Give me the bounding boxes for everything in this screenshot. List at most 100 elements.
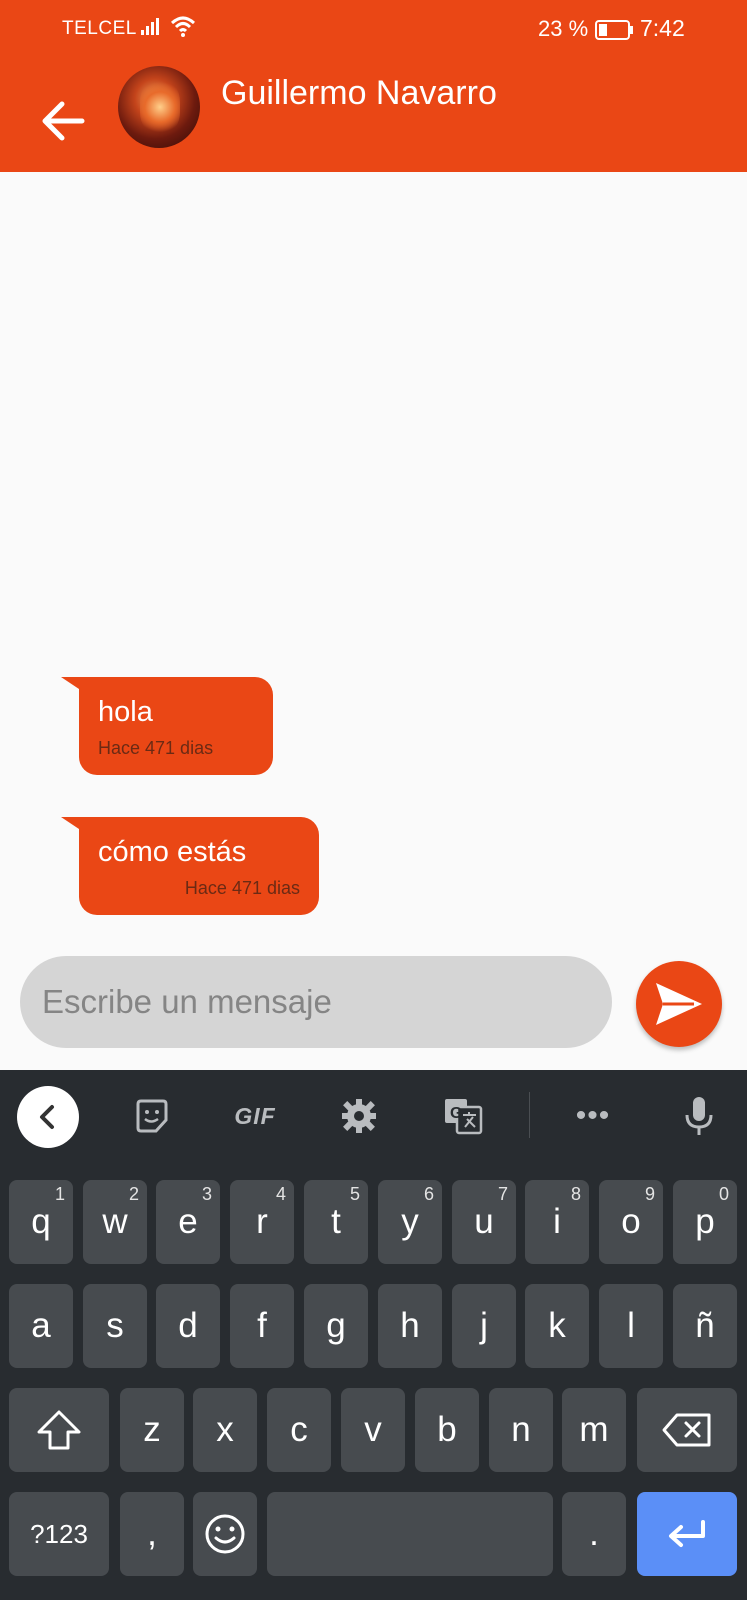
key-label: , <box>147 1514 157 1553</box>
key-hint: 6 <box>423 1184 434 1204</box>
key-label: m <box>579 1410 609 1449</box>
toolbar-divider <box>529 1092 530 1138</box>
key-q[interactable]: q1 <box>9 1180 73 1264</box>
shift-icon <box>37 1410 81 1450</box>
message-timestamp: Hace 471 dias <box>98 738 214 758</box>
key-p[interactable]: p0 <box>673 1180 737 1264</box>
key-g[interactable]: g <box>304 1284 368 1368</box>
status-bar: TELCEL 23 % 7:42 <box>0 0 747 58</box>
key-hint: 8 <box>570 1184 581 1204</box>
symbols-key[interactable]: ?123 <box>9 1492 109 1576</box>
period-key[interactable]: . <box>562 1492 626 1576</box>
key-hint: 0 <box>718 1184 729 1204</box>
key-label: o <box>621 1202 641 1241</box>
key-j[interactable]: j <box>452 1284 516 1368</box>
key-r[interactable]: r4 <box>230 1180 294 1264</box>
wifi-icon <box>170 14 196 43</box>
backspace-key[interactable] <box>637 1388 737 1472</box>
comma-key[interactable]: , <box>120 1492 184 1576</box>
keyboard-collapse-button[interactable] <box>17 1086 79 1148</box>
key-label: v <box>364 1410 382 1449</box>
translate-button[interactable]: G <box>433 1090 493 1142</box>
chevron-left-icon <box>40 1105 54 1129</box>
avatar[interactable] <box>118 66 200 148</box>
send-button[interactable] <box>636 961 722 1047</box>
back-button[interactable] <box>40 98 86 144</box>
key-u[interactable]: u7 <box>452 1180 516 1264</box>
key-o[interactable]: o9 <box>599 1180 663 1264</box>
key-hint: 5 <box>349 1184 360 1204</box>
message-bubble[interactable]: hola Hace 471 dias <box>61 677 273 775</box>
key-label: x <box>216 1410 234 1449</box>
key-x[interactable]: x <box>193 1388 257 1472</box>
key-label: b <box>437 1410 457 1449</box>
gif-button[interactable]: GIF <box>225 1090 285 1142</box>
key-hint: 3 <box>201 1184 212 1204</box>
key-k[interactable]: k <box>525 1284 589 1368</box>
emoji-key[interactable] <box>193 1492 257 1576</box>
battery-percent: 23 % <box>538 16 589 41</box>
key-label: k <box>548 1306 566 1345</box>
emoji-icon <box>205 1514 245 1554</box>
key-label: z <box>143 1410 161 1449</box>
key-label: p <box>695 1202 715 1241</box>
key-d[interactable]: d <box>156 1284 220 1368</box>
more-label: ••• <box>575 1099 611 1132</box>
key-s[interactable]: s <box>83 1284 147 1368</box>
key-c[interactable]: c <box>267 1388 331 1472</box>
message-text: hola <box>98 696 153 728</box>
key-label: . <box>589 1514 599 1553</box>
key-hint: 4 <box>275 1184 286 1204</box>
key-y[interactable]: y6 <box>378 1180 442 1264</box>
key-label: ñ <box>695 1306 715 1345</box>
space-key[interactable] <box>267 1492 553 1576</box>
contact-name[interactable]: Guillermo Navarro <box>221 74 497 113</box>
key-l[interactable]: l <box>599 1284 663 1368</box>
battery-icon <box>595 20 635 45</box>
shift-key[interactable] <box>9 1388 109 1472</box>
key-label: u <box>474 1202 494 1241</box>
translate-icon: G <box>445 1099 483 1135</box>
key-v[interactable]: v <box>341 1388 405 1472</box>
message-bubble[interactable]: cómo estás Hace 471 dias <box>61 817 319 915</box>
key-label: f <box>257 1306 267 1345</box>
key-z[interactable]: z <box>120 1388 184 1472</box>
key-label: w <box>102 1202 128 1241</box>
gif-label: GIF <box>234 1102 276 1129</box>
microphone-icon <box>685 1097 713 1135</box>
message-timestamp: Hace 471 dias <box>184 878 300 898</box>
sticker-button[interactable] <box>122 1090 182 1142</box>
voice-input-button[interactable] <box>669 1090 729 1142</box>
key-b[interactable]: b <box>415 1388 479 1472</box>
key-f[interactable]: f <box>230 1284 294 1368</box>
gear-icon <box>342 1099 376 1133</box>
key-label: a <box>31 1306 51 1345</box>
enter-key[interactable] <box>637 1492 737 1576</box>
key-n-tilde[interactable]: ñ <box>673 1284 737 1368</box>
key-label: q <box>31 1202 51 1241</box>
key-n[interactable]: n <box>489 1388 553 1472</box>
message-input-container[interactable] <box>20 956 612 1048</box>
key-i[interactable]: i8 <box>525 1180 589 1264</box>
backspace-icon <box>662 1413 711 1447</box>
key-a[interactable]: a <box>9 1284 73 1368</box>
key-label: n <box>511 1410 531 1449</box>
key-label: s <box>106 1306 124 1345</box>
carrier-label: TELCEL <box>62 18 137 39</box>
key-label: h <box>400 1306 420 1345</box>
settings-button[interactable] <box>329 1090 389 1142</box>
more-options-button[interactable]: ••• <box>563 1090 623 1142</box>
key-h[interactable]: h <box>378 1284 442 1368</box>
key-label: j <box>480 1306 488 1345</box>
key-label: i <box>553 1202 561 1241</box>
status-time: 7:42 <box>640 15 685 41</box>
message-input[interactable] <box>42 956 592 1048</box>
enter-icon <box>669 1520 705 1547</box>
key-w[interactable]: w2 <box>83 1180 147 1264</box>
key-hint: 7 <box>497 1184 508 1204</box>
key-m[interactable]: m <box>562 1388 626 1472</box>
key-t[interactable]: t5 <box>304 1180 368 1264</box>
key-e[interactable]: e3 <box>156 1180 220 1264</box>
key-hint: 9 <box>644 1184 655 1204</box>
key-hint: 1 <box>54 1184 65 1204</box>
